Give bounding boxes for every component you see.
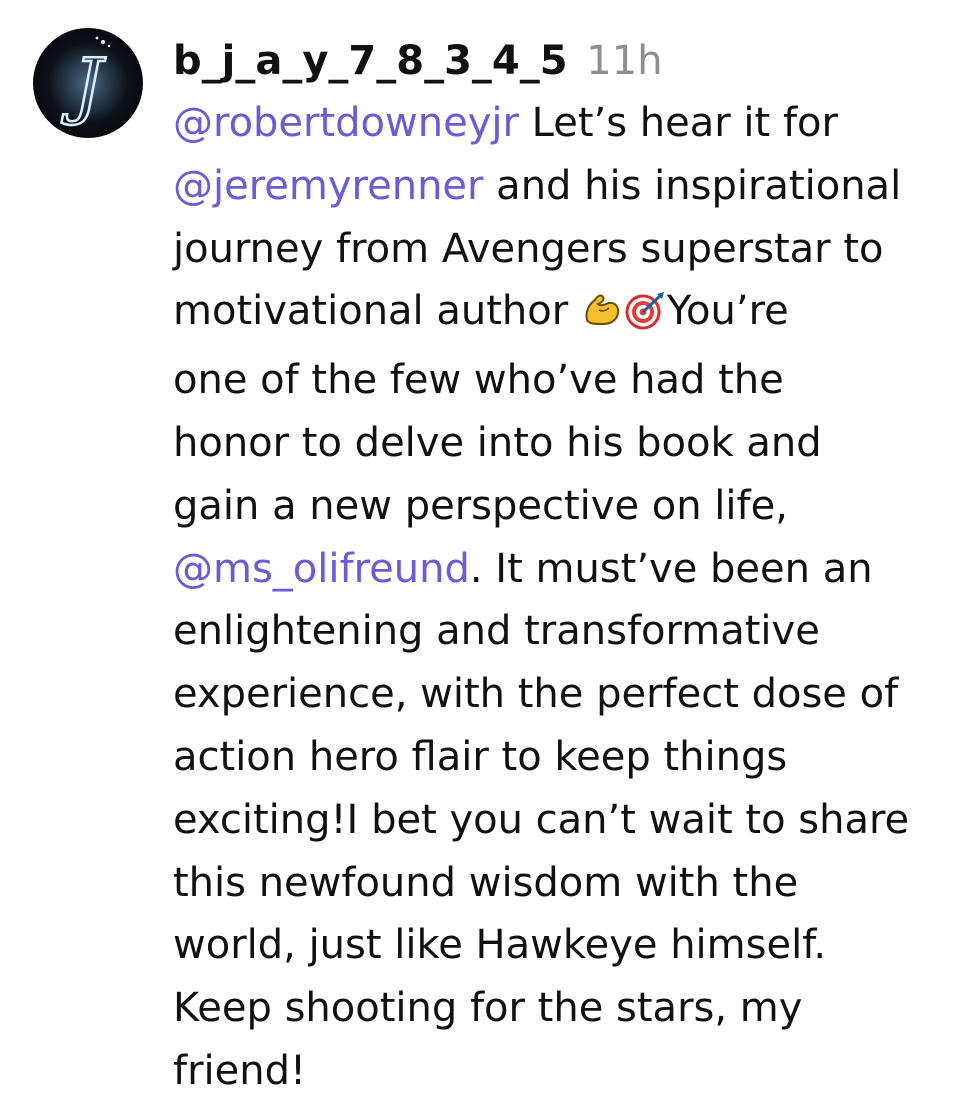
username-link[interactable]: b_j_a_y_7_8_3_4_5 [173,38,568,84]
comment-line: @jeremyrenner and his inspirational [173,155,963,218]
comment-text-segment: . It must’ve been an [469,545,873,592]
mention-link[interactable]: @ms_olifreund [173,546,470,592]
comment-line: action hero flair to keep things [173,733,788,780]
avatar-letter-icon: J [48,36,128,128]
mention-link[interactable]: @jeremyrenner [173,163,483,209]
comment-line: motivational author You’re [173,280,963,349]
comment-text: @robertdowneyjr Let’s hear it for @jerem… [173,92,963,1103]
comment-line: journey from Avengers superstar to [173,225,884,272]
comment-line: one of the few who’ve had the [173,357,784,404]
comment-body: b_j_a_y_7_8_3_4_5 11h @robertdowneyjr Le… [173,30,963,1103]
comment-line: experience, with the perfect dose of [173,671,899,718]
comment: J b_j_a_y_7_8_3_4_5 11h @robertdowneyjr … [0,0,980,1116]
direct-hit-icon [623,286,667,349]
comment-line: @ms_olifreund. It must’ve been an [173,538,963,601]
comment-header: b_j_a_y_7_8_3_4_5 11h [173,30,963,92]
comment-line: gain a new perspective on life, [173,482,788,529]
mention-link[interactable]: @robertdowneyjr [173,100,519,146]
comment-text-segment: Let’s hear it for [518,100,838,146]
flexed-biceps-icon [581,286,623,349]
comment-text-segment: motivational author [173,288,581,335]
comment-line: friend! [173,1047,307,1094]
comment-text-segment: and his inspirational [483,162,902,209]
comment-line: exciting!I bet you can’t wait to share [173,796,910,843]
comment-line: honor to delve into his book and [173,419,822,466]
comment-line: Keep shooting for the stars, my [173,985,803,1032]
comment-line: world, just like Hawkeye himself. [173,922,827,969]
avatar[interactable]: J [33,28,143,138]
timestamp[interactable]: 11h [586,38,662,84]
comment-text-segment: You’re [666,288,789,335]
comment-line: enlightening and transformative [173,608,820,655]
comment-line: this newfound wisdom with the [173,859,799,906]
comment-line: @robertdowneyjr Let’s hear it for [173,92,963,155]
